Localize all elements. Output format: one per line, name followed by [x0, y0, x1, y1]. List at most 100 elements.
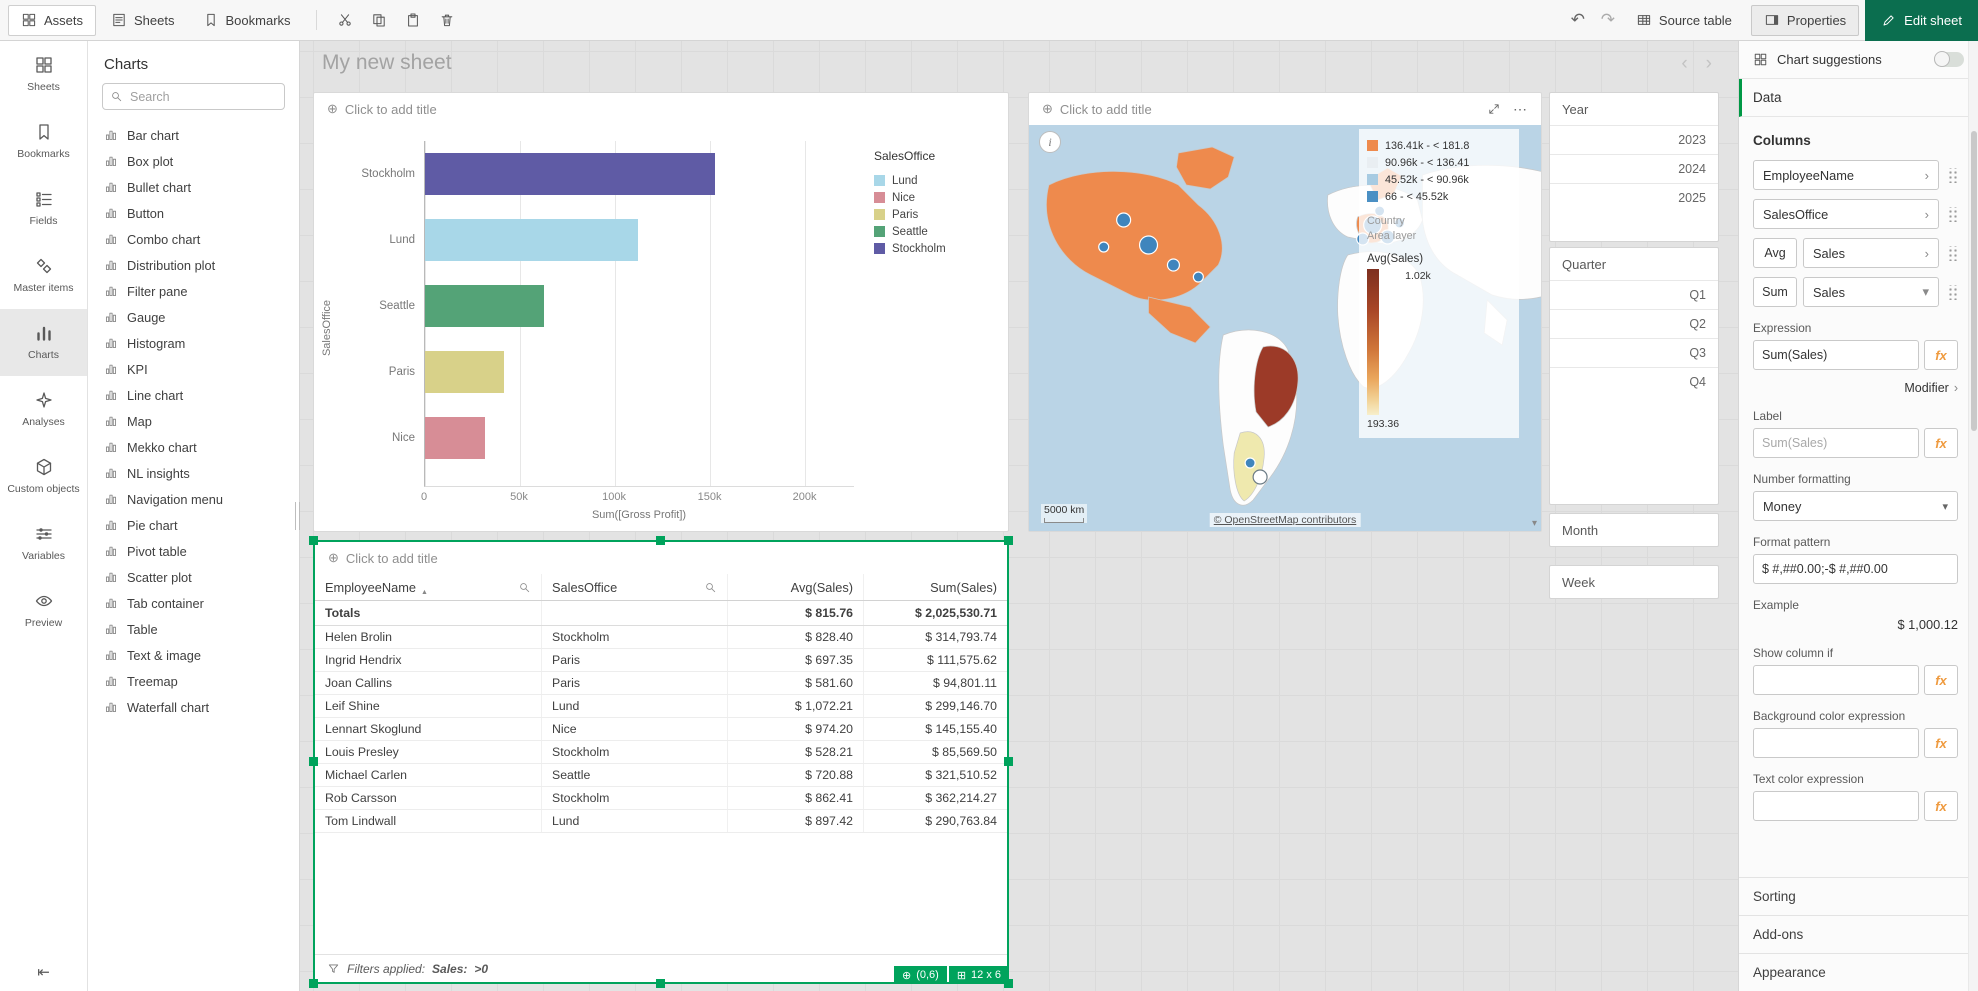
cell-avg-sales[interactable]: $ 581.60: [728, 672, 864, 694]
chart-type-item[interactable]: Filter pane: [88, 278, 299, 304]
legend-item[interactable]: Stockholm: [874, 240, 1004, 257]
chart-type-item[interactable]: Combo chart: [88, 226, 299, 252]
chart-type-item[interactable]: Scatter plot: [88, 564, 299, 590]
chart-type-item[interactable]: Text & image: [88, 642, 299, 668]
fullscreen-icon[interactable]: [1487, 102, 1501, 116]
chart-type-item[interactable]: Mekko chart: [88, 434, 299, 460]
drag-handle-icon[interactable]: [1947, 285, 1958, 300]
section-row[interactable]: Sorting: [1739, 877, 1978, 915]
filter-value[interactable]: Q3: [1550, 338, 1718, 367]
tab-sheets[interactable]: Sheets: [98, 5, 187, 36]
chart-type-item[interactable]: Pivot table: [88, 538, 299, 564]
more-menu-icon[interactable]: ⋯: [1513, 101, 1528, 118]
cell-avg-sales[interactable]: $ 528.21: [728, 741, 864, 763]
section-row[interactable]: Appearance: [1739, 953, 1978, 991]
table-row[interactable]: Rob Carsson Stockholm $ 862.41 $ 362,214…: [315, 787, 1007, 810]
bar[interactable]: [425, 417, 485, 459]
chart-type-item[interactable]: Table: [88, 616, 299, 642]
chart-type-item[interactable]: KPI: [88, 356, 299, 382]
collapse-panel-button[interactable]: ⇤: [0, 963, 87, 981]
filter-value[interactable]: 2024: [1550, 154, 1718, 183]
rail-item-master-items[interactable]: Master items: [0, 242, 87, 309]
filter-value[interactable]: 2025: [1550, 183, 1718, 212]
show-column-if-input[interactable]: [1753, 665, 1919, 695]
delete-button[interactable]: [431, 5, 463, 35]
cell-employee-name[interactable]: Lennart Skoglund: [315, 718, 542, 740]
cell-sales-office[interactable]: Paris: [542, 672, 728, 694]
number-formatting-select[interactable]: Money ▾: [1753, 491, 1958, 521]
aggregation-button[interactable]: Avg: [1753, 238, 1797, 268]
cut-button[interactable]: [329, 5, 361, 35]
table-title-bar[interactable]: ⊕ Click to add title: [315, 542, 1007, 574]
column-header-employeename[interactable]: EmployeeName ▲: [315, 574, 542, 600]
map-legend-range[interactable]: 66 - < 45.52k: [1367, 188, 1511, 205]
cell-sum-sales[interactable]: $ 362,214.27: [864, 787, 1007, 809]
cell-sum-sales[interactable]: $ 94,801.11: [864, 672, 1007, 694]
legend-item[interactable]: Nice: [874, 189, 1004, 206]
resize-handle[interactable]: [309, 979, 318, 988]
cell-sum-sales[interactable]: $ 314,793.74: [864, 626, 1007, 648]
chart-type-item[interactable]: Bar chart: [88, 122, 299, 148]
cell-sales-office[interactable]: Seattle: [542, 764, 728, 786]
cell-employee-name[interactable]: Michael Carlen: [315, 764, 542, 786]
cell-employee-name[interactable]: Joan Callins: [315, 672, 542, 694]
bar[interactable]: [425, 219, 638, 261]
resize-handle[interactable]: [656, 979, 665, 988]
resize-handle[interactable]: [1004, 536, 1013, 545]
expression-fx-button[interactable]: fx: [1924, 340, 1958, 370]
text-color-input[interactable]: [1753, 791, 1919, 821]
cell-sum-sales[interactable]: $ 111,575.62: [864, 649, 1007, 671]
map-object[interactable]: ⊕ Click to add title ⋯: [1028, 92, 1542, 532]
redo-button[interactable]: ↷: [1593, 10, 1623, 30]
drag-handle-icon[interactable]: [1947, 207, 1958, 222]
table-row[interactable]: Joan Callins Paris $ 581.60 $ 94,801.11: [315, 672, 1007, 695]
legend-item[interactable]: Lund: [874, 172, 1004, 189]
text-color-fx-button[interactable]: fx: [1924, 791, 1958, 821]
drag-handle-icon[interactable]: [1947, 246, 1958, 261]
undo-button[interactable]: ↶: [1563, 10, 1593, 30]
chart-type-item[interactable]: Waterfall chart: [88, 694, 299, 720]
expression-input[interactable]: [1753, 340, 1919, 370]
background-color-input[interactable]: [1753, 728, 1919, 758]
cell-sum-sales[interactable]: $ 85,569.50: [864, 741, 1007, 763]
table-row[interactable]: Leif Shine Lund $ 1,072.21 $ 299,146.70: [315, 695, 1007, 718]
background-color-fx-button[interactable]: fx: [1924, 728, 1958, 758]
column-header-avg-sales[interactable]: Avg(Sales): [728, 574, 864, 600]
cell-sales-office[interactable]: Stockholm: [542, 626, 728, 648]
aggregation-button[interactable]: Sum: [1753, 277, 1797, 307]
cell-sum-sales[interactable]: $ 290,763.84: [864, 810, 1007, 832]
chart-type-item[interactable]: Histogram: [88, 330, 299, 356]
table-row[interactable]: Lennart Skoglund Nice $ 974.20 $ 145,155…: [315, 718, 1007, 741]
measure-chip[interactable]: Sales ›: [1803, 238, 1939, 268]
rail-item-custom-objects[interactable]: Custom objects: [0, 443, 87, 510]
prev-sheet-icon[interactable]: ‹: [1681, 53, 1687, 75]
source-table-button[interactable]: Source table: [1623, 5, 1745, 36]
legend-item[interactable]: Seattle: [874, 223, 1004, 240]
filter-pane-month[interactable]: Month: [1549, 513, 1719, 547]
bar-chart-title-bar[interactable]: ⊕ Click to add title: [314, 93, 1008, 125]
show-column-if-fx-button[interactable]: fx: [1924, 665, 1958, 695]
chart-type-item[interactable]: Distribution plot: [88, 252, 299, 278]
table-row[interactable]: Helen Brolin Stockholm $ 828.40 $ 314,79…: [315, 626, 1007, 649]
map-title-bar[interactable]: ⊕ Click to add title ⋯: [1029, 93, 1541, 125]
cell-employee-name[interactable]: Helen Brolin: [315, 626, 542, 648]
cell-sales-office[interactable]: Lund: [542, 810, 728, 832]
rail-item-variables[interactable]: Variables: [0, 510, 87, 577]
table-row[interactable]: Louis Presley Stockholm $ 528.21 $ 85,56…: [315, 741, 1007, 764]
section-row[interactable]: Add-ons: [1739, 915, 1978, 953]
cell-sum-sales[interactable]: $ 321,510.52: [864, 764, 1007, 786]
cell-employee-name[interactable]: Leif Shine: [315, 695, 542, 717]
map-legend-range[interactable]: 45.52k - < 90.96k: [1367, 171, 1511, 188]
rail-item-charts[interactable]: Charts: [0, 309, 87, 376]
format-pattern-input[interactable]: [1753, 554, 1958, 584]
filter-pane-quarter[interactable]: Quarter Q1Q2Q3Q4: [1549, 247, 1719, 505]
filter-value[interactable]: Q1: [1550, 280, 1718, 309]
map-body[interactable]: i 136.41k - < 181.8 90.96k - < 1: [1029, 125, 1541, 531]
table-row[interactable]: Ingrid Hendrix Paris $ 697.35 $ 111,575.…: [315, 649, 1007, 672]
drag-handle-icon[interactable]: [1947, 168, 1958, 183]
modifier-link[interactable]: Modifier ›: [1753, 381, 1958, 395]
chart-type-item[interactable]: Gauge: [88, 304, 299, 330]
resize-handle[interactable]: [656, 536, 665, 545]
info-icon[interactable]: i: [1039, 131, 1061, 153]
chart-type-item[interactable]: Pie chart: [88, 512, 299, 538]
